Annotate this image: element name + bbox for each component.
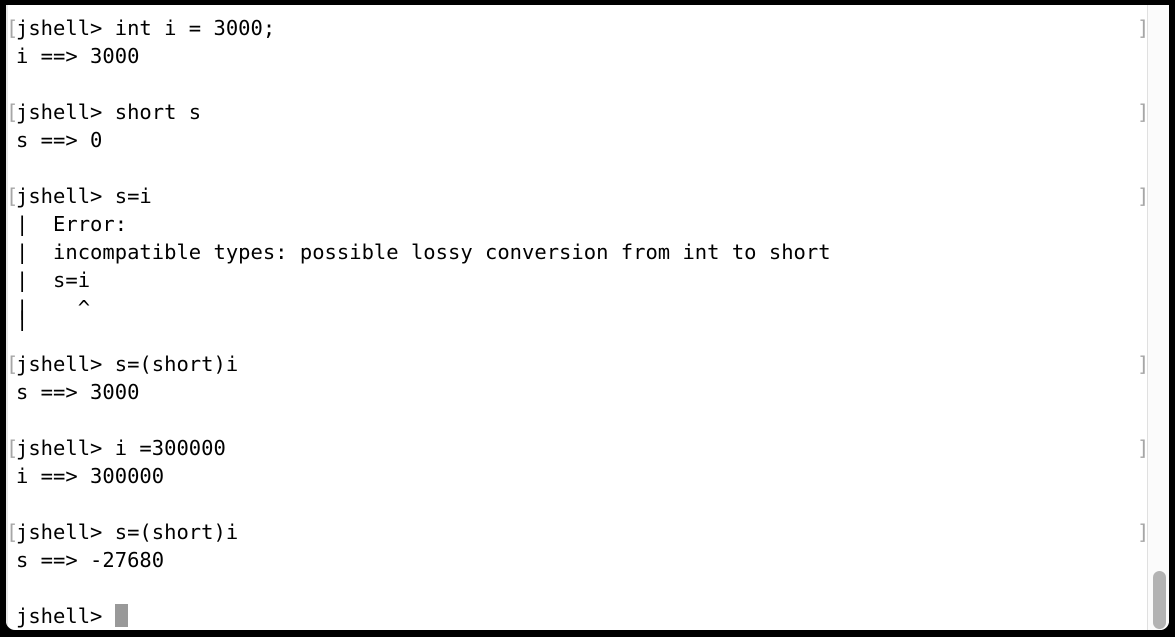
vertical-scrollbar[interactable] xyxy=(1147,5,1169,630)
console-line-text: jshell> s=i xyxy=(16,184,152,208)
console-line-text: s ==> 3000 xyxy=(16,380,140,404)
console-line-text: | incompatible types: possible lossy con… xyxy=(16,240,831,264)
active-prompt-text: jshell> xyxy=(16,602,128,630)
console-line-text: jshell> s=(short)i xyxy=(16,352,239,376)
console-line-text: | xyxy=(16,307,29,331)
terminal-window: [] jshell> int i = 3000; i ==> 3000[] jshel… xyxy=(0,0,1175,637)
console-line-text: i ==> 3000 xyxy=(16,44,140,68)
console-line-text: s ==> -27680 xyxy=(16,548,165,572)
text-cursor xyxy=(114,604,128,627)
console-line-text: jshell> short s xyxy=(16,100,202,124)
console-line-text: | Error: xyxy=(16,212,128,236)
console-line-text: jshell> int i = 3000; xyxy=(16,16,276,40)
console-panel[interactable]: [] jshell> int i = 3000; i ==> 3000[] jshel… xyxy=(6,5,1169,630)
console-line-text: | s=i xyxy=(16,268,91,292)
scrollbar-thumb[interactable] xyxy=(1153,571,1166,629)
console-line-text: jshell> i =300000 xyxy=(16,436,226,460)
console-line-text: jshell> s=(short)i xyxy=(16,520,239,544)
console-line-text: s ==> 0 xyxy=(16,128,103,152)
console-line-text: i ==> 300000 xyxy=(16,464,165,488)
jshell-console-output[interactable]: [] jshell> int i = 3000; i ==> 3000[] jshel… xyxy=(6,5,1149,630)
